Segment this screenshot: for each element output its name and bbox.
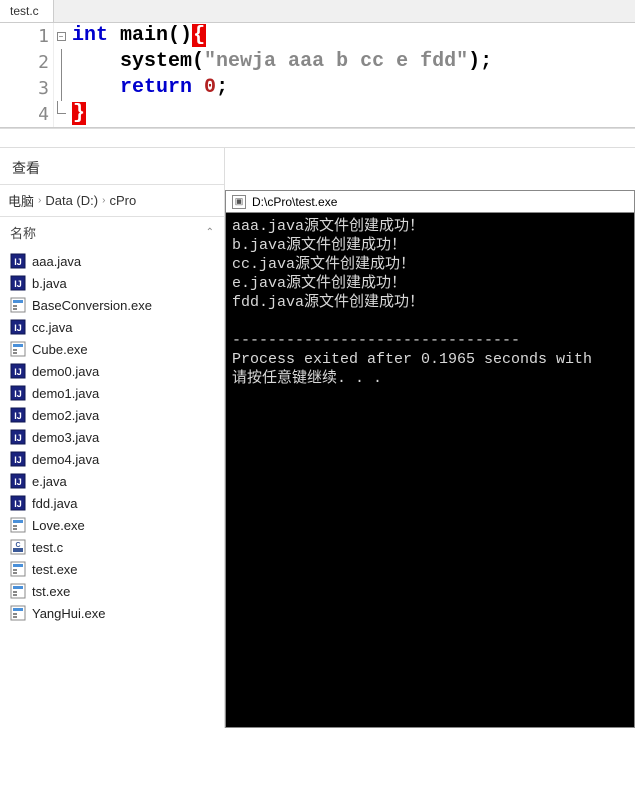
file-name-label: test.c — [32, 540, 63, 555]
file-name-label: YangHui.exe — [32, 606, 105, 621]
line-number-gutter: 1 2 3 4 — [0, 23, 54, 127]
breadcrumb-seg[interactable]: 电脑 — [8, 191, 34, 210]
file-list[interactable]: IJ aaa.java IJ b.java BaseConversion.exe IJ cc… — [0, 248, 224, 728]
fold-minus-icon[interactable]: − — [57, 32, 66, 41]
terminal-title-bar[interactable]: ▣ D:\cPro\test.exe — [226, 191, 634, 213]
file-name-label: demo3.java — [32, 430, 99, 445]
file-item[interactable]: IJ e.java — [0, 470, 224, 492]
file-name-label: demo1.java — [32, 386, 99, 401]
java-file-icon: IJ — [10, 495, 26, 511]
svg-text:IJ: IJ — [14, 433, 22, 443]
java-file-icon: IJ — [10, 253, 26, 269]
exe-file-icon — [10, 605, 26, 621]
file-name-label: demo4.java — [32, 452, 99, 467]
file-item[interactable]: IJ b.java — [0, 272, 224, 294]
svg-text:IJ: IJ — [14, 411, 22, 421]
code-editor: test.c 1 2 3 4 − int main(){ system("new… — [0, 0, 635, 128]
file-item[interactable]: IJ demo0.java — [0, 360, 224, 382]
java-file-icon: IJ — [10, 473, 26, 489]
editor-tab-bar: test.c — [0, 0, 635, 23]
app-icon: ▣ — [232, 195, 246, 209]
file-item[interactable]: Cube.exe — [0, 338, 224, 360]
file-item[interactable]: IJ demo4.java — [0, 448, 224, 470]
java-file-icon: IJ — [10, 451, 26, 467]
file-item[interactable]: Ctest.c — [0, 536, 224, 558]
svg-text:IJ: IJ — [14, 257, 22, 267]
exe-file-icon — [10, 561, 26, 577]
file-name-label: Cube.exe — [32, 342, 88, 357]
exe-file-icon — [10, 517, 26, 533]
exe-file-icon — [10, 583, 26, 599]
editor-tab[interactable]: test.c — [0, 0, 54, 22]
file-item[interactable]: tst.exe — [0, 580, 224, 602]
file-item[interactable]: test.exe — [0, 558, 224, 580]
file-item[interactable]: Love.exe — [0, 514, 224, 536]
view-label: 查看 — [0, 148, 224, 184]
file-name-label: demo0.java — [32, 364, 99, 379]
code-line-1: int main(){ — [72, 23, 635, 49]
file-item[interactable]: YangHui.exe — [0, 602, 224, 624]
file-item[interactable]: IJ demo2.java — [0, 404, 224, 426]
sort-indicator-icon: ⌃ — [206, 227, 214, 238]
code-line-3: return 0; — [72, 75, 635, 101]
svg-text:IJ: IJ — [14, 455, 22, 465]
svg-text:C: C — [15, 542, 20, 549]
chevron-right-icon: › — [102, 195, 105, 206]
file-item[interactable]: BaseConversion.exe — [0, 294, 224, 316]
terminal-title-text: D:\cPro\test.exe — [252, 195, 337, 209]
svg-text:IJ: IJ — [14, 499, 22, 509]
file-item[interactable]: IJ cc.java — [0, 316, 224, 338]
terminal-window: ▣ D:\cPro\test.exe aaa.java源文件创建成功！ b.ja… — [225, 190, 635, 728]
java-file-icon: IJ — [10, 385, 26, 401]
file-name-label: fdd.java — [32, 496, 78, 511]
exe-file-icon — [10, 341, 26, 357]
chevron-right-icon: › — [38, 195, 41, 206]
breadcrumb-seg[interactable]: cPro — [109, 193, 136, 208]
file-name-label: b.java — [32, 276, 67, 291]
svg-text:IJ: IJ — [14, 389, 22, 399]
file-name-label: cc.java — [32, 320, 72, 335]
file-name-label: aaa.java — [32, 254, 81, 269]
file-item[interactable]: IJ aaa.java — [0, 250, 224, 272]
file-name-label: test.exe — [32, 562, 78, 577]
code-line-4: } — [72, 101, 635, 127]
java-file-icon: IJ — [10, 363, 26, 379]
file-explorer: 查看 电脑 › Data (D:) › cPro 名称 ⌃ IJ aaa.java… — [0, 148, 225, 728]
name-column-label: 名称 — [10, 223, 36, 242]
java-file-icon: IJ — [10, 275, 26, 291]
breadcrumb-seg[interactable]: Data (D:) — [45, 193, 98, 208]
lower-panel: 查看 电脑 › Data (D:) › cPro 名称 ⌃ IJ aaa.java… — [0, 148, 635, 728]
file-item[interactable]: IJ demo1.java — [0, 382, 224, 404]
separator — [0, 128, 635, 148]
java-file-icon: IJ — [10, 319, 26, 335]
column-header[interactable]: 名称 ⌃ — [0, 217, 224, 248]
svg-text:IJ: IJ — [14, 279, 22, 289]
file-name-label: Love.exe — [32, 518, 85, 533]
file-item[interactable]: IJ demo3.java — [0, 426, 224, 448]
code-line-2: system("newja aaa b cc e fdd"); — [72, 49, 635, 75]
breadcrumb[interactable]: 电脑 › Data (D:) › cPro — [0, 184, 224, 217]
terminal-output[interactable]: aaa.java源文件创建成功！ b.java源文件创建成功！ cc.java源… — [226, 213, 634, 727]
file-name-label: demo2.java — [32, 408, 99, 423]
svg-text:IJ: IJ — [14, 367, 22, 377]
code-body[interactable]: 1 2 3 4 − int main(){ system("newja aaa … — [0, 23, 635, 127]
file-name-label: e.java — [32, 474, 67, 489]
exe-file-icon — [10, 297, 26, 313]
svg-text:IJ: IJ — [14, 323, 22, 333]
file-name-label: BaseConversion.exe — [32, 298, 152, 313]
c-file-icon: C — [10, 539, 26, 555]
java-file-icon: IJ — [10, 429, 26, 445]
fold-column: − — [54, 23, 68, 127]
java-file-icon: IJ — [10, 407, 26, 423]
file-name-label: tst.exe — [32, 584, 70, 599]
code-content[interactable]: int main(){ system("newja aaa b cc e fdd… — [68, 23, 635, 127]
svg-text:IJ: IJ — [14, 477, 22, 487]
file-item[interactable]: IJ fdd.java — [0, 492, 224, 514]
